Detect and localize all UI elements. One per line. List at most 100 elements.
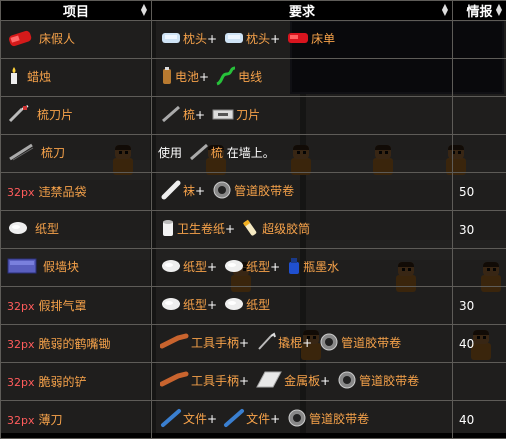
item-cell: 梳刀片 bbox=[1, 97, 152, 135]
recipe-suffix-text: 在墙上。 bbox=[227, 146, 275, 160]
ingredient-link[interactable]: 管道胶带卷 bbox=[359, 374, 419, 388]
item-name-link[interactable]: 脆弱的铲 bbox=[39, 375, 87, 389]
ingredient-link[interactable]: 梳 bbox=[211, 146, 223, 160]
item-name-link[interactable]: 假墙块 bbox=[43, 260, 79, 274]
razor-blade-icon[interactable] bbox=[211, 106, 235, 125]
requirement-cell: 梳+刀片 bbox=[152, 97, 453, 135]
ingredient-link[interactable]: 纸型 bbox=[183, 260, 207, 274]
ingredient-link[interactable]: 纸型 bbox=[246, 298, 270, 312]
paper-mache-icon[interactable] bbox=[223, 257, 245, 278]
paper-mache-icon[interactable] bbox=[160, 257, 182, 278]
header-intel[interactable]: 情报 ▲▼ bbox=[453, 1, 506, 21]
paper-mache-icon[interactable] bbox=[160, 295, 182, 316]
table-row: 假墙块纸型+纸型+瓶墨水 bbox=[1, 249, 506, 287]
plus-separator: + bbox=[239, 336, 249, 350]
candle-icon[interactable] bbox=[7, 66, 21, 89]
item-cell: 假墙块 bbox=[1, 249, 152, 287]
intel-value: 30 bbox=[459, 223, 474, 237]
ingredient-link[interactable]: 床单 bbox=[311, 32, 335, 46]
item-cell: 32px假排气罩 bbox=[1, 287, 152, 325]
requirement-cell: 卫生卷纸+超级胶筒 bbox=[152, 211, 453, 249]
item-name-link[interactable]: 薄刀 bbox=[39, 413, 63, 427]
ingredient-link[interactable]: 纸型 bbox=[183, 298, 207, 312]
item-name-link[interactable]: 纸型 bbox=[35, 222, 59, 236]
ingredient-link[interactable]: 纸型 bbox=[246, 260, 270, 274]
sort-icon[interactable]: ▲▼ bbox=[442, 4, 448, 16]
ingredient-link[interactable]: 袜 bbox=[183, 184, 195, 198]
duct-tape-icon[interactable] bbox=[211, 180, 233, 203]
header-item-label: 项目 bbox=[63, 5, 89, 20]
header-item[interactable]: 项目 ▲▼ bbox=[1, 1, 152, 21]
file-icon[interactable] bbox=[223, 408, 245, 431]
table-row: 32px假排气罩纸型+纸型 30 bbox=[1, 287, 506, 325]
tool-handle-icon[interactable] bbox=[160, 332, 190, 355]
crafting-table: 项目 ▲▼ 要求 ▲▼ 情报 ▲▼ 床假人枕头+枕头+床单 蜡烛电池+电线 梳刀… bbox=[0, 0, 506, 439]
ingredient-link[interactable]: 文件 bbox=[246, 412, 270, 426]
item-name-link[interactable]: 梳刀片 bbox=[37, 108, 73, 122]
ingredient-link[interactable]: 工具手柄 bbox=[191, 374, 239, 388]
duct-tape-icon[interactable] bbox=[336, 370, 358, 393]
ingredient-link[interactable]: 文件 bbox=[183, 412, 207, 426]
table-header-row: 项目 ▲▼ 要求 ▲▼ 情报 ▲▼ bbox=[1, 1, 506, 21]
ingredient-link[interactable]: 刀片 bbox=[236, 108, 260, 122]
sort-icon[interactable]: ▲▼ bbox=[141, 4, 147, 16]
paper-mache-icon[interactable] bbox=[7, 219, 29, 240]
image-placeholder-text: 32px bbox=[7, 338, 35, 351]
ingredient-link[interactable]: 工具手柄 bbox=[191, 336, 239, 350]
sock-icon[interactable] bbox=[160, 180, 182, 203]
requirement-cell: 使用 梳 在墙上。 bbox=[152, 135, 453, 173]
ingredient-link[interactable]: 枕头 bbox=[183, 32, 207, 46]
comb-icon[interactable] bbox=[160, 104, 182, 127]
intel-value: 50 bbox=[459, 185, 474, 199]
paper-mache-icon[interactable] bbox=[223, 295, 245, 316]
bed-dummy-icon[interactable] bbox=[7, 28, 33, 51]
toilet-paper-icon[interactable] bbox=[160, 218, 176, 241]
crowbar-icon[interactable] bbox=[255, 332, 277, 355]
tool-handle-icon[interactable] bbox=[160, 370, 190, 393]
intel-value: 40 bbox=[459, 337, 474, 351]
ingredient-link[interactable]: 超级胶筒 bbox=[262, 222, 310, 236]
item-name-link[interactable]: 蜡烛 bbox=[27, 70, 51, 84]
item-cell: 32px违禁品袋 bbox=[1, 173, 152, 211]
sheet-metal-icon[interactable] bbox=[255, 369, 283, 394]
item-name-link[interactable]: 脆弱的鹤嘴锄 bbox=[39, 337, 111, 351]
comb-blade-icon[interactable] bbox=[7, 104, 31, 127]
superglue-icon[interactable] bbox=[241, 218, 261, 241]
item-name-link[interactable]: 违禁品袋 bbox=[39, 185, 87, 199]
battery-icon[interactable] bbox=[160, 66, 174, 89]
item-cell: 床假人 bbox=[1, 21, 152, 59]
duct-tape-icon[interactable] bbox=[286, 408, 308, 431]
item-name-link[interactable]: 床假人 bbox=[39, 32, 75, 46]
ingredient-link[interactable]: 金属板 bbox=[284, 374, 320, 388]
ingredient-link[interactable]: 管道胶带卷 bbox=[309, 412, 369, 426]
comb-shiv-icon[interactable] bbox=[7, 142, 35, 165]
pillow-icon[interactable] bbox=[160, 30, 182, 49]
ingredient-link[interactable]: 梳 bbox=[183, 108, 195, 122]
ingredient-link[interactable]: 撬棍 bbox=[278, 336, 302, 350]
ingredient-link[interactable]: 枕头 bbox=[246, 32, 270, 46]
wire-icon[interactable] bbox=[215, 66, 237, 89]
ingredient-link[interactable]: 瓶墨水 bbox=[303, 260, 339, 274]
header-requirement[interactable]: 要求 ▲▼ bbox=[152, 1, 453, 21]
item-name-link[interactable]: 假排气罩 bbox=[39, 299, 87, 313]
ingredient-link[interactable]: 管道胶带卷 bbox=[341, 336, 401, 350]
ingredient-link[interactable]: 管道胶带卷 bbox=[234, 184, 294, 198]
sort-icon[interactable]: ▲▼ bbox=[496, 4, 502, 16]
ingredient-link[interactable]: 电池 bbox=[175, 70, 199, 84]
intel-cell: 30 bbox=[453, 287, 506, 325]
ingredient-link[interactable]: 电线 bbox=[238, 70, 262, 84]
item-name-link[interactable]: 梳刀 bbox=[41, 146, 65, 160]
table-row: 梳刀 使用 梳 在墙上。 bbox=[1, 135, 506, 173]
duct-tape-icon[interactable] bbox=[318, 332, 340, 355]
ingredient-link[interactable]: 卫生卷纸 bbox=[177, 222, 225, 236]
ink-icon[interactable] bbox=[286, 256, 302, 279]
plus-separator: + bbox=[195, 184, 205, 198]
comb-icon[interactable] bbox=[188, 142, 210, 165]
header-requirement-label: 要求 bbox=[289, 5, 315, 20]
bedsheet-icon[interactable] bbox=[286, 30, 310, 49]
file-icon[interactable] bbox=[160, 408, 182, 431]
table-row: 32px脆弱的铲工具手柄+金属板+管道胶带卷 bbox=[1, 363, 506, 401]
fake-wall-block-icon[interactable] bbox=[7, 256, 37, 279]
table-row: 梳刀片梳+刀片 bbox=[1, 97, 506, 135]
pillow-icon[interactable] bbox=[223, 30, 245, 49]
